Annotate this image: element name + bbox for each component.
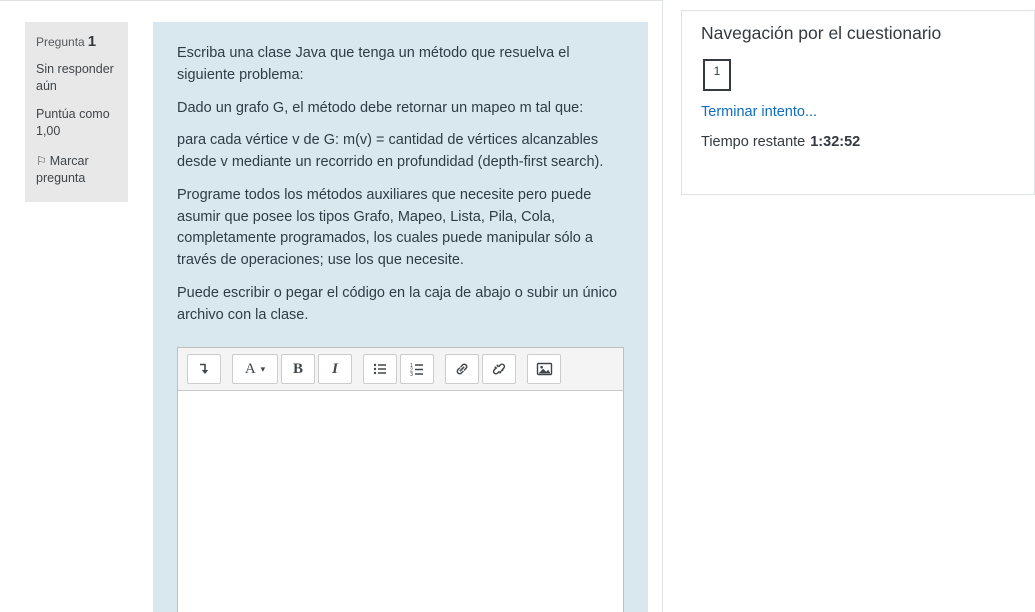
question-paragraph: Dado un grafo G, el método debe retornar…	[177, 98, 624, 120]
bullet-list-icon	[372, 361, 388, 377]
finish-attempt-link[interactable]: Terminar intento...	[701, 104, 817, 120]
question-nav-button-number: 1	[714, 64, 721, 78]
ordered-list-button[interactable]: 1 2 3	[400, 354, 434, 384]
svg-text:3: 3	[410, 372, 413, 377]
paragraph-style-button[interactable]: A ▾	[232, 354, 278, 384]
time-remaining-label: Tiempo restante	[701, 134, 805, 150]
time-remaining: Tiempo restante 1:32:52	[701, 134, 1015, 150]
question-label: Pregunta	[36, 35, 85, 49]
unordered-list-button[interactable]	[363, 354, 397, 384]
unlink-icon	[491, 361, 507, 377]
question-status: Sin responder aún	[36, 61, 117, 95]
quiz-navigation-panel: Navegación por el cuestionario 1 Termina…	[681, 10, 1035, 195]
bold-button[interactable]: B	[281, 354, 315, 384]
quiz-attempt-page: Pregunta1 Sin responder aún Puntúa como …	[0, 0, 1035, 612]
bold-label: B	[293, 361, 303, 378]
toolbar-group-collapse	[187, 354, 221, 384]
question-grade: Puntúa como 1,00	[36, 106, 117, 140]
italic-label: I	[332, 361, 338, 378]
link-button[interactable]	[445, 354, 479, 384]
toolbar-group-media	[527, 354, 561, 384]
toolbar-group-text-style: A ▾ B I	[232, 354, 352, 384]
question-paragraph: Programe todos los métodos auxiliares qu…	[177, 185, 624, 272]
main-column: Pregunta1 Sin responder aún Puntúa como …	[0, 0, 663, 612]
question-paragraph: para cada vértice v de G: m(v) = cantida…	[177, 130, 624, 174]
answer-editor: A ▾ B I	[177, 347, 624, 612]
toolbar-group-lists: 1 2 3	[363, 354, 434, 384]
question-block: Pregunta1 Sin responder aún Puntúa como …	[0, 1, 662, 612]
question-nav-buttons: 1	[701, 59, 1015, 91]
question-paragraph: Puede escribir o pegar el código en la c…	[177, 283, 624, 327]
italic-button[interactable]: I	[318, 354, 352, 384]
question-number-heading: Pregunta1	[36, 32, 117, 52]
flag-question-control[interactable]: ⚐Marcar pregunta	[36, 153, 117, 187]
image-button[interactable]	[527, 354, 561, 384]
time-remaining-value: 1:32:52	[810, 134, 860, 150]
link-icon	[454, 361, 470, 377]
unlink-button[interactable]	[482, 354, 516, 384]
ordered-list-icon: 1 2 3	[409, 361, 425, 377]
image-icon	[536, 361, 553, 377]
paragraph-style-label: A	[245, 361, 256, 378]
caret-down-icon: ▾	[261, 364, 266, 375]
toolbar-group-links	[445, 354, 516, 384]
quiz-navigation-title: Navegación por el cuestionario	[701, 23, 1015, 44]
flag-icon: ⚐	[36, 154, 47, 168]
question-paragraph: Escriba una clase Java que tenga un méto…	[177, 43, 624, 87]
editor-toolbar: A ▾ B I	[178, 348, 623, 391]
question-content: Escriba una clase Java que tenga un méto…	[153, 22, 648, 612]
question-number: 1	[88, 33, 96, 50]
collapse-icon	[196, 361, 212, 377]
question-nav-button-1[interactable]: 1	[703, 59, 731, 91]
question-info-panel: Pregunta1 Sin responder aún Puntúa como …	[25, 22, 128, 202]
collapse-toolbar-button[interactable]	[187, 354, 221, 384]
editor-text-area[interactable]	[178, 391, 623, 612]
